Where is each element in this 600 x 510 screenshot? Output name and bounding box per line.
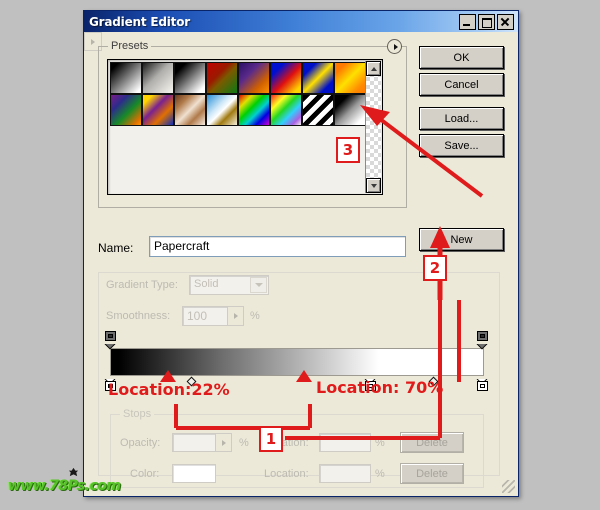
opacity-location-percent-label: %	[375, 437, 385, 449]
new-button[interactable]: New	[419, 228, 504, 251]
preset-swatch-spectrum[interactable]	[238, 94, 270, 126]
name-input[interactable]: Papercraft	[149, 236, 406, 257]
opacity-location-input[interactable]	[319, 433, 371, 452]
preset-swatch-red-green[interactable]	[206, 62, 238, 94]
preset-swatch-foreground-to-background[interactable]	[110, 62, 142, 94]
preset-swatch-transparent-rainbow[interactable]	[270, 94, 302, 126]
preset-swatch-black-to-white-soft[interactable]	[334, 94, 366, 126]
scroll-down-button[interactable]	[366, 178, 381, 193]
watermark: www.78Ps.com	[8, 478, 121, 494]
smoothness-spinner-button[interactable]	[227, 307, 243, 325]
preset-swatch-violet-orange[interactable]	[238, 62, 270, 94]
preset-swatch-yellow-violet-orange-blue[interactable]	[142, 94, 174, 126]
gradient-type-label: Gradient Type:	[106, 279, 178, 291]
preset-swatch-blue-yellow-blue[interactable]	[302, 62, 334, 94]
chevron-down-icon	[254, 283, 263, 287]
preset-swatch-violet-green-orange[interactable]	[110, 94, 142, 126]
right-triangle-icon	[393, 43, 398, 50]
preset-swatch-foreground-to-transparent[interactable]	[142, 62, 174, 94]
resize-grip[interactable]	[502, 480, 515, 493]
gradient-type-dropdown-button[interactable]	[250, 277, 267, 293]
stops-label: Stops	[120, 408, 155, 420]
annotation-location-70: Location: 70%	[316, 378, 444, 397]
smoothness-value: 100	[187, 309, 208, 323]
save-button[interactable]: Save...	[419, 134, 504, 157]
color-delete-button[interactable]: Delete	[400, 463, 464, 484]
window-controls	[459, 13, 518, 30]
opacity-stop-head	[476, 331, 488, 341]
gradient-editor-dialog: Gradient Editor Presets OK Cancel Load..…	[83, 10, 519, 497]
color-stop-head	[476, 381, 488, 391]
right-triangle-icon	[91, 38, 95, 45]
annotation-marker-3: 3	[336, 137, 360, 163]
opacity-delete-button[interactable]: Delete	[400, 432, 464, 453]
maximize-button[interactable]	[478, 13, 495, 30]
preset-swatch-copper[interactable]	[174, 94, 206, 126]
minimize-button[interactable]	[459, 13, 476, 30]
opacity-stop-right[interactable]	[477, 331, 488, 347]
dialog-body: Presets OK Cancel Load... Save... New Na…	[84, 32, 518, 496]
opacity-stop-head	[104, 331, 116, 341]
right-triangle-icon	[221, 439, 226, 446]
smoothness-input[interactable]: 100	[182, 306, 244, 326]
right-triangle-icon	[233, 313, 238, 319]
scroll-up-arrow-icon	[370, 66, 377, 71]
window-title: Gradient Editor	[89, 14, 190, 29]
ok-button[interactable]: OK	[419, 46, 504, 69]
presets-scrollbar[interactable]	[365, 61, 381, 193]
smoothness-label: Smoothness:	[106, 310, 171, 322]
gradient-type-value: Solid	[194, 278, 219, 290]
opacity-spinner-button[interactable]	[215, 434, 231, 451]
presets-menu-icon[interactable]	[387, 39, 402, 54]
annotation-marker-2: 2	[423, 255, 447, 281]
load-button[interactable]: Load...	[419, 107, 504, 130]
preset-swatch-blue-red-yellow[interactable]	[270, 62, 302, 94]
close-button[interactable]	[497, 13, 514, 30]
opacity-percent-label: %	[239, 437, 249, 449]
scroll-down-arrow-icon	[370, 183, 377, 188]
preset-swatch-grid	[110, 62, 374, 126]
preset-swatch-chrome[interactable]	[206, 94, 238, 126]
color-location-percent-label: %	[375, 468, 385, 480]
preset-swatch-orange-yellow-orange[interactable]	[334, 62, 366, 94]
color-location-label: Location:	[264, 468, 309, 480]
annotation-location-22: Location:22%	[108, 380, 230, 399]
scroll-up-button[interactable]	[366, 61, 381, 76]
preset-swatch-transparent-stripes[interactable]	[302, 94, 334, 126]
color-stop-white-end[interactable]	[477, 375, 488, 391]
opacity-label: Opacity:	[120, 437, 161, 449]
opacity-input[interactable]	[172, 433, 232, 452]
preset-swatch-black-white[interactable]	[174, 62, 206, 94]
watermark-bug-icon	[68, 467, 79, 477]
presets-group: Presets	[98, 39, 407, 208]
color-swatch[interactable]	[172, 464, 216, 483]
title-bar[interactable]: Gradient Editor	[84, 11, 518, 32]
presets-list[interactable]	[107, 59, 383, 195]
color-location-input[interactable]	[319, 464, 371, 483]
opacity-stop-left[interactable]	[105, 331, 116, 347]
color-label: Color:	[130, 468, 160, 480]
gradient-preview-bar[interactable]	[110, 348, 484, 376]
name-label: Name:	[98, 241, 134, 255]
cancel-button[interactable]: Cancel	[419, 73, 504, 96]
gradient-type-select[interactable]: Solid	[189, 275, 269, 295]
smoothness-percent-label: %	[250, 310, 260, 322]
presets-label: Presets	[108, 40, 152, 52]
name-input-value: Papercraft	[154, 239, 210, 253]
annotation-marker-1: 1	[259, 426, 283, 452]
